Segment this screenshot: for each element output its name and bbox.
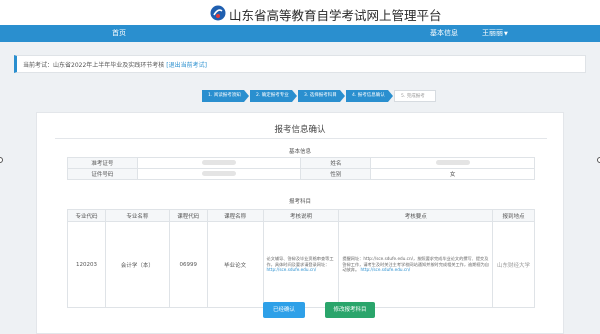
location-cell: 山东财经大学 [492, 221, 535, 308]
id-number-label: 证件号码 [67, 168, 138, 180]
exam-point-cell: 提醒网址：http://sce.sdufe.edu.cn/，按照要求完成毕业论文… [338, 221, 494, 308]
step-arrow-icon [388, 90, 393, 102]
step-arrow-icon [244, 90, 249, 102]
redacted-value [202, 159, 237, 165]
column-header: 专业名称 [104, 209, 170, 222]
nav-basic-info-link[interactable]: 基本信息 [430, 28, 458, 38]
name-label: 姓名 [300, 157, 372, 169]
major-code-cell: 120203 [67, 221, 106, 308]
exam-note-text: 论文辅导、答辩及毕业资格审查等工作，具体时间及要求请登录网址： [266, 256, 334, 267]
nav-home-link[interactable]: 首页 [112, 28, 126, 38]
major-name-cell: 会计学（本） [104, 221, 170, 308]
page: 山东省高等教育自学考试网上管理平台 首页 基本信息 王丽丽▼ 当前考试：山东省2… [0, 0, 600, 334]
table-row: 120203 会计学（本） 06999 毕业论文 论文辅导、答辩及毕业资格审查等… [67, 221, 535, 308]
column-header: 课程名称 [206, 209, 264, 222]
column-header: 课程代码 [168, 209, 208, 222]
exam-point-link[interactable]: http://sce.sdufe.edu.cn/ [361, 267, 411, 272]
current-exam-label: 当前考试：山东省2022年上半年毕业及实践环节考核 [23, 62, 165, 69]
basic-info-table: 准考证号 姓名 证件号码 性别 女 [67, 157, 535, 180]
step-arrow-icon [340, 90, 345, 102]
user-name: 王丽丽 [482, 29, 503, 37]
course-code-cell: 06999 [168, 221, 208, 308]
subject-table: 专业代码 专业名称 课程代码 课程名称 考核说明 考核要点 报到地点 12020… [67, 209, 535, 308]
header: 山东省高等教育自学考试网上管理平台 [0, 2, 600, 24]
step-arrow-icon [292, 90, 297, 102]
edit-subjects-button[interactable]: 修改报考科目 [325, 302, 375, 318]
column-header: 考核说明 [262, 209, 340, 222]
step-2: 2. 确定报考专业 [250, 90, 292, 102]
gender-label: 性别 [300, 168, 372, 180]
subject-section-label: 报考科目 [288, 199, 311, 205]
current-exam-bar: 当前考试：山东省2022年上半年毕业及实践环节考核 [退出当前考试] [14, 55, 586, 73]
basic-section-label: 基本信息 [288, 149, 311, 155]
caret-down-icon: ▼ [504, 31, 508, 37]
top-nav: 首页 基本信息 王丽丽▼ [0, 25, 600, 42]
course-name-cell: 毕业论文 [206, 221, 264, 308]
redacted-value [202, 170, 237, 176]
id-number-value [136, 168, 302, 180]
step-1: 1. 阅读报考须知 [202, 90, 244, 102]
exam-note-cell: 论文辅导、答辩及毕业资格审查等工作，具体时间及要求请登录网址： http://s… [262, 221, 340, 308]
table-row: 准考证号 姓名 [67, 157, 535, 169]
table-header-row: 专业代码 专业名称 课程代码 课程名称 考核说明 考核要点 报到地点 [67, 209, 535, 222]
step-3: 3. 选择报考科目 [298, 90, 340, 102]
exam-note-link[interactable]: http://sce.sdufe.edu.cn/ [267, 267, 317, 272]
column-header: 考核要点 [338, 209, 494, 222]
divider [55, 138, 547, 139]
column-header: 专业代码 [67, 209, 106, 222]
table-row: 证件号码 性别 女 [67, 168, 535, 180]
step-4: 4. 报考信息确认 [346, 90, 388, 102]
confirm-card: 报考信息确认 基本信息 准考证号 姓名 证件号码 性别 女 报考科目 专业代码 … [36, 112, 564, 334]
name-value [370, 157, 535, 169]
exit-exam-link[interactable]: [退出当前考试] [166, 62, 207, 69]
current-exam-text: 当前考试：山东省2022年上半年毕业及实践环节考核 [退出当前考试] [23, 60, 207, 69]
redacted-value [435, 159, 470, 165]
sd-exam-logo-icon [210, 5, 226, 21]
confirm-button[interactable]: 已经确认 [263, 302, 305, 318]
column-header: 报到地点 [492, 209, 535, 222]
user-menu[interactable]: 王丽丽▼ [482, 28, 508, 38]
card-title: 报考信息确认 [274, 125, 326, 135]
gender-value: 女 [370, 168, 535, 180]
exam-id-value [136, 157, 302, 169]
site-title: 山东省高等教育自学考试网上管理平台 [229, 8, 442, 23]
step-5: 5. 完成报考 [394, 90, 436, 102]
exam-id-label: 准考证号 [67, 157, 138, 169]
